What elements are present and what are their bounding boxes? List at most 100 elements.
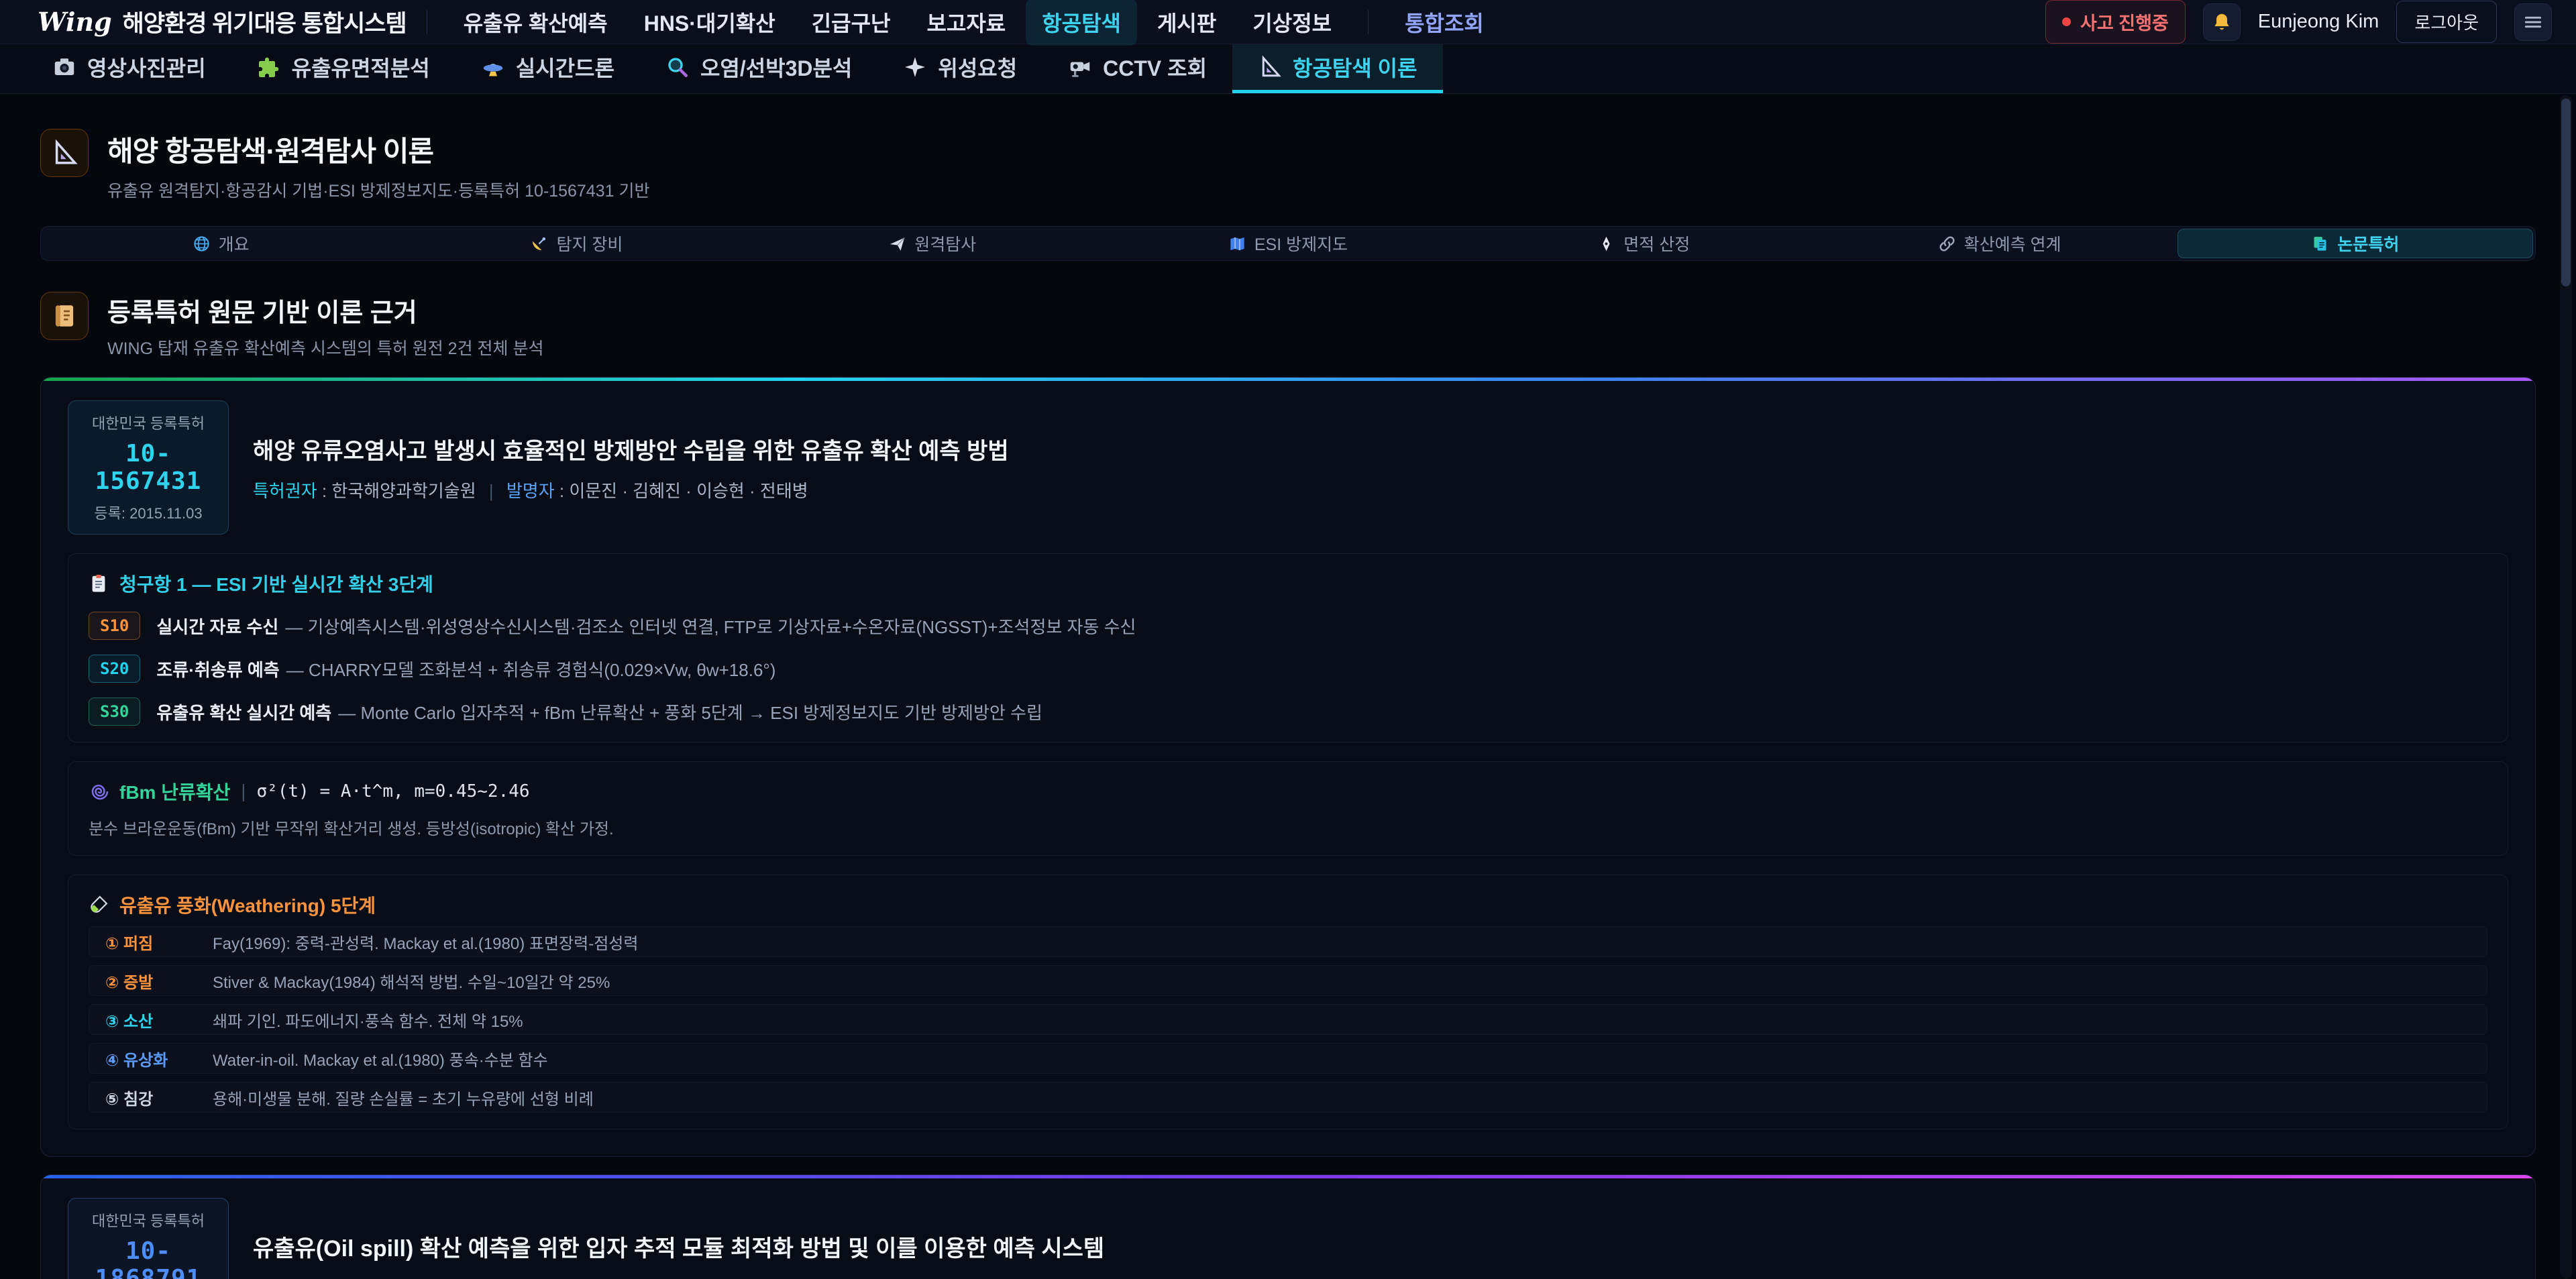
- nav-menu-item-label: 긴급구난: [812, 11, 891, 36]
- patent-header: 대한민국 등록특허 10-1868791 등록: 2018.06.12 유출유(…: [68, 1198, 2508, 1279]
- step-desc: — 기상예측시스템·위성영상수신시스템·검조소 인터넷 연결, FTP로 기상자…: [285, 617, 1136, 637]
- page-subtitle: 유출유 원격탐지·항공감시 기법·ESI 방제정보지도·등록특허 10-1567…: [107, 178, 649, 202]
- weathering-stage-desc: Fay(1969): 중력-관성력. Mackay et al.(1980) 표…: [213, 930, 638, 954]
- menu-icon: [2522, 11, 2544, 33]
- patent-meta: 특허권자 : 한국해양과학기술원 | 발명자 : 이문진 · 김혜진 · 이승현…: [253, 478, 1009, 502]
- weathering-row: ④ 유상화 Water-in-oil. Mackay et al.(1980) …: [89, 1043, 2487, 1074]
- saucer-icon: [481, 55, 505, 79]
- section-pill-label: 확산예측 연계: [1964, 231, 2061, 256]
- step-text: 실시간 자료 수신 — 기상예측시스템·위성영상수신시스템·검조소 인터넷 연결,…: [156, 614, 1136, 638]
- logout-button[interactable]: 로그아웃: [2396, 1, 2497, 43]
- patent-badge-country: 대한민국 등록특허: [76, 412, 220, 433]
- test-tube-icon: [89, 895, 109, 915]
- fbm-description: 분수 브라운운동(fBm) 기반 무작위 확산거리 생성. 등방성(isotro…: [89, 816, 2487, 839]
- fbm-formula: σ²(t) = A·t^m, m=0.45~2.46: [257, 781, 530, 801]
- section-pill-tab[interactable]: 탐지 장비: [398, 229, 754, 258]
- nav-menu-item-label: HNS·대기확산: [644, 11, 775, 36]
- nav-menu-item-label: 보고자료: [926, 11, 1006, 36]
- section-header-text: 등록특허 원문 기반 이론 근거 WING 탑재 유출유 확산예측 시스템의 특…: [107, 292, 543, 359]
- holder-value: : 한국해양과학기술원: [322, 481, 476, 501]
- page-header-text: 해양 항공탐색·원격탐사 이론 유출유 원격탐지·항공감시 기법·ESI 방제정…: [107, 129, 649, 202]
- section-pill-tab[interactable]: 원격탐사: [755, 229, 1110, 258]
- section-pill-label: 면적 산정: [1623, 231, 1690, 256]
- nav-menu-item[interactable]: 게시판: [1141, 0, 1232, 46]
- module-tab-label: 항공탐색 이론: [1293, 52, 1417, 82]
- app-title: 해양환경 위기대응 통합시스템: [123, 5, 407, 39]
- module-tab[interactable]: 유출유면적분석: [231, 44, 455, 93]
- module-tab[interactable]: 위성요청: [877, 44, 1042, 93]
- step-name: 실시간 자료 수신: [156, 617, 278, 637]
- page-content: 해양 항공탐색·원격탐사 이론 유출유 원격탐지·항공감시 기법·ESI 방제정…: [0, 129, 2576, 1279]
- nav-menu-item[interactable]: 긴급구난: [796, 0, 907, 46]
- patent-title-block: 해양 유류오염사고 발생시 효율적인 방제방안 수립을 위한 유출유 확산 예측…: [253, 433, 1009, 502]
- incident-status-badge[interactable]: 사고 진행중: [2045, 0, 2186, 44]
- section-pill-label: 원격탐사: [914, 231, 976, 256]
- module-tab[interactable]: 실시간드론: [455, 44, 640, 93]
- patent-header: 대한민국 등록특허 10-1567431 등록: 2015.11.03 해양 유…: [68, 400, 2508, 535]
- holder-label: 특허권자: [253, 481, 317, 501]
- module-tab[interactable]: 항공탐색 이론: [1232, 44, 1443, 93]
- nav-menu-item[interactable]: 유출유 확산예측: [447, 0, 624, 46]
- top-navigation-bar: Wing 해양환경 위기대응 통합시스템 유출유 확산예측 HNS·대기확산 긴…: [0, 0, 2576, 44]
- star4-icon: [903, 55, 927, 79]
- nav-menu-item[interactable]: 보고자료: [910, 0, 1022, 46]
- step-desc: — Monte Carlo 입자추적 + fBm 난류확산 + 풍화 5단계 →…: [338, 703, 1042, 723]
- weathering-stage-label: ③ 소산: [105, 1008, 213, 1032]
- claims-panel: 청구항 1 — ESI 기반 실시간 확산 3단계 S10 실시간 자료 수신 —…: [68, 553, 2508, 742]
- patent-title-block: 유출유(Oil spill) 확산 예측을 위한 입자 추적 모듈 최적화 방법…: [253, 1230, 1104, 1279]
- page-scrollbar: [2560, 95, 2572, 1279]
- fbm-panel: fBm 난류확산 | σ²(t) = A·t^m, m=0.45~2.46 분수…: [68, 761, 2508, 856]
- weathering-stage-desc: 용해·미생물 분해. 질량 손실률 = 초기 누유량에 선형 비례: [213, 1086, 594, 1109]
- notifications-button[interactable]: [2203, 3, 2241, 41]
- module-tab[interactable]: 오염/선박3D분석: [640, 44, 877, 93]
- app-logo: Wing 해양환경 위기대응 통합시스템: [38, 5, 407, 39]
- claim-step-row: S30 유출유 확산 실시간 예측— Monte Carlo 입자추적 + fB…: [89, 698, 2487, 726]
- section-pill-tab[interactable]: 개요: [43, 229, 398, 258]
- patent-card-1: 대한민국 등록특허 10-1567431 등록: 2015.11.03 해양 유…: [40, 377, 2536, 1157]
- patent-number: 10-1567431: [76, 440, 220, 495]
- module-tab-label: 유출유면적분석: [292, 52, 430, 82]
- weathering-stage-label: ① 퍼짐: [105, 930, 213, 954]
- plane-icon: [888, 235, 906, 253]
- section-pill-tab[interactable]: ESI 방제지도: [1110, 229, 1466, 258]
- module-tab[interactable]: CCTV 조회: [1042, 44, 1232, 93]
- claim-step-row: S10 실시간 자료 수신 — 기상예측시스템·위성영상수신시스템·검조소 인터넷…: [89, 612, 2487, 640]
- patent-title: 유출유(Oil spill) 확산 예측을 위한 입자 추적 모듈 최적화 방법…: [253, 1230, 1104, 1263]
- weathering-stage-label: ② 증발: [105, 969, 213, 993]
- hamburger-menu-button[interactable]: [2514, 3, 2552, 41]
- section-pill-tab[interactable]: 면적 산정: [1466, 229, 1821, 258]
- section-icon-box: [40, 292, 89, 340]
- weathering-rows: ① 퍼짐 Fay(1969): 중력-관성력. Mackay et al.(19…: [89, 926, 2487, 1113]
- module-tab-label: CCTV 조회: [1103, 52, 1207, 82]
- page-header: 해양 항공탐색·원격탐사 이론 유출유 원격탐지·항공감시 기법·ESI 방제정…: [40, 129, 2536, 202]
- step-name: 조류·취송류 예측: [156, 660, 279, 680]
- magnifier-icon: [665, 55, 690, 79]
- docs-icon: [2311, 235, 2329, 253]
- section-pill-tab[interactable]: 확산예측 연계: [1821, 229, 2177, 258]
- section-pill-label: 탐지 장비: [556, 231, 623, 256]
- nav-item-integrated-search[interactable]: 통합조회: [1389, 0, 1500, 46]
- scrollbar-thumb[interactable]: [2561, 99, 2571, 286]
- weathering-stage-desc: Water-in-oil. Mackay et al.(1980) 풍속·수분 …: [213, 1047, 548, 1070]
- module-tab[interactable]: 영상사진관리: [27, 44, 231, 93]
- module-tab-label: 영상사진관리: [87, 52, 206, 82]
- module-tab-label: 위성요청: [938, 52, 1017, 82]
- step-badge: S10: [89, 612, 140, 640]
- inventor-value: : 이문진 · 김혜진 · 이승현 · 전태병: [559, 481, 808, 501]
- set-square-icon: [50, 139, 78, 167]
- section-title: 등록특허 원문 기반 이론 근거: [107, 292, 543, 329]
- patent-card-2: 대한민국 등록특허 10-1868791 등록: 2018.06.12 유출유(…: [40, 1174, 2536, 1279]
- section-subtitle: WING 탑재 유출유 확산예측 시스템의 특허 원전 2건 전체 분석: [107, 335, 543, 359]
- weathering-row: ③ 소산 쇄파 기인. 파도에너지·풍속 함수. 전체 약 15%: [89, 1004, 2487, 1035]
- nav-menu-item[interactable]: 기상정보: [1236, 0, 1348, 46]
- claims-panel-header: 청구항 1 — ESI 기반 실시간 확산 3단계: [89, 570, 2487, 597]
- patent-number-badge: 대한민국 등록특허 10-1567431 등록: 2015.11.03: [68, 400, 229, 535]
- nav-menu-item[interactable]: HNS·대기확산: [628, 0, 792, 46]
- nav-menu-item[interactable]: 항공탐색: [1026, 0, 1137, 46]
- module-tab-label: 실시간드론: [516, 52, 614, 82]
- fbm-headline: fBm 난류확산 | σ²(t) = A·t^m, m=0.45~2.46: [89, 778, 2487, 805]
- section-pill-label: 개요: [219, 231, 250, 256]
- module-tab-bar: 영상사진관리 유출유면적분석 실시간드론 오염/선박3D분석 위성요청 CCTV…: [0, 44, 2576, 94]
- section-pill-tab[interactable]: 논문특허: [2178, 229, 2533, 258]
- claims-steps: S10 실시간 자료 수신 — 기상예측시스템·위성영상수신시스템·검조소 인터넷…: [89, 612, 2487, 726]
